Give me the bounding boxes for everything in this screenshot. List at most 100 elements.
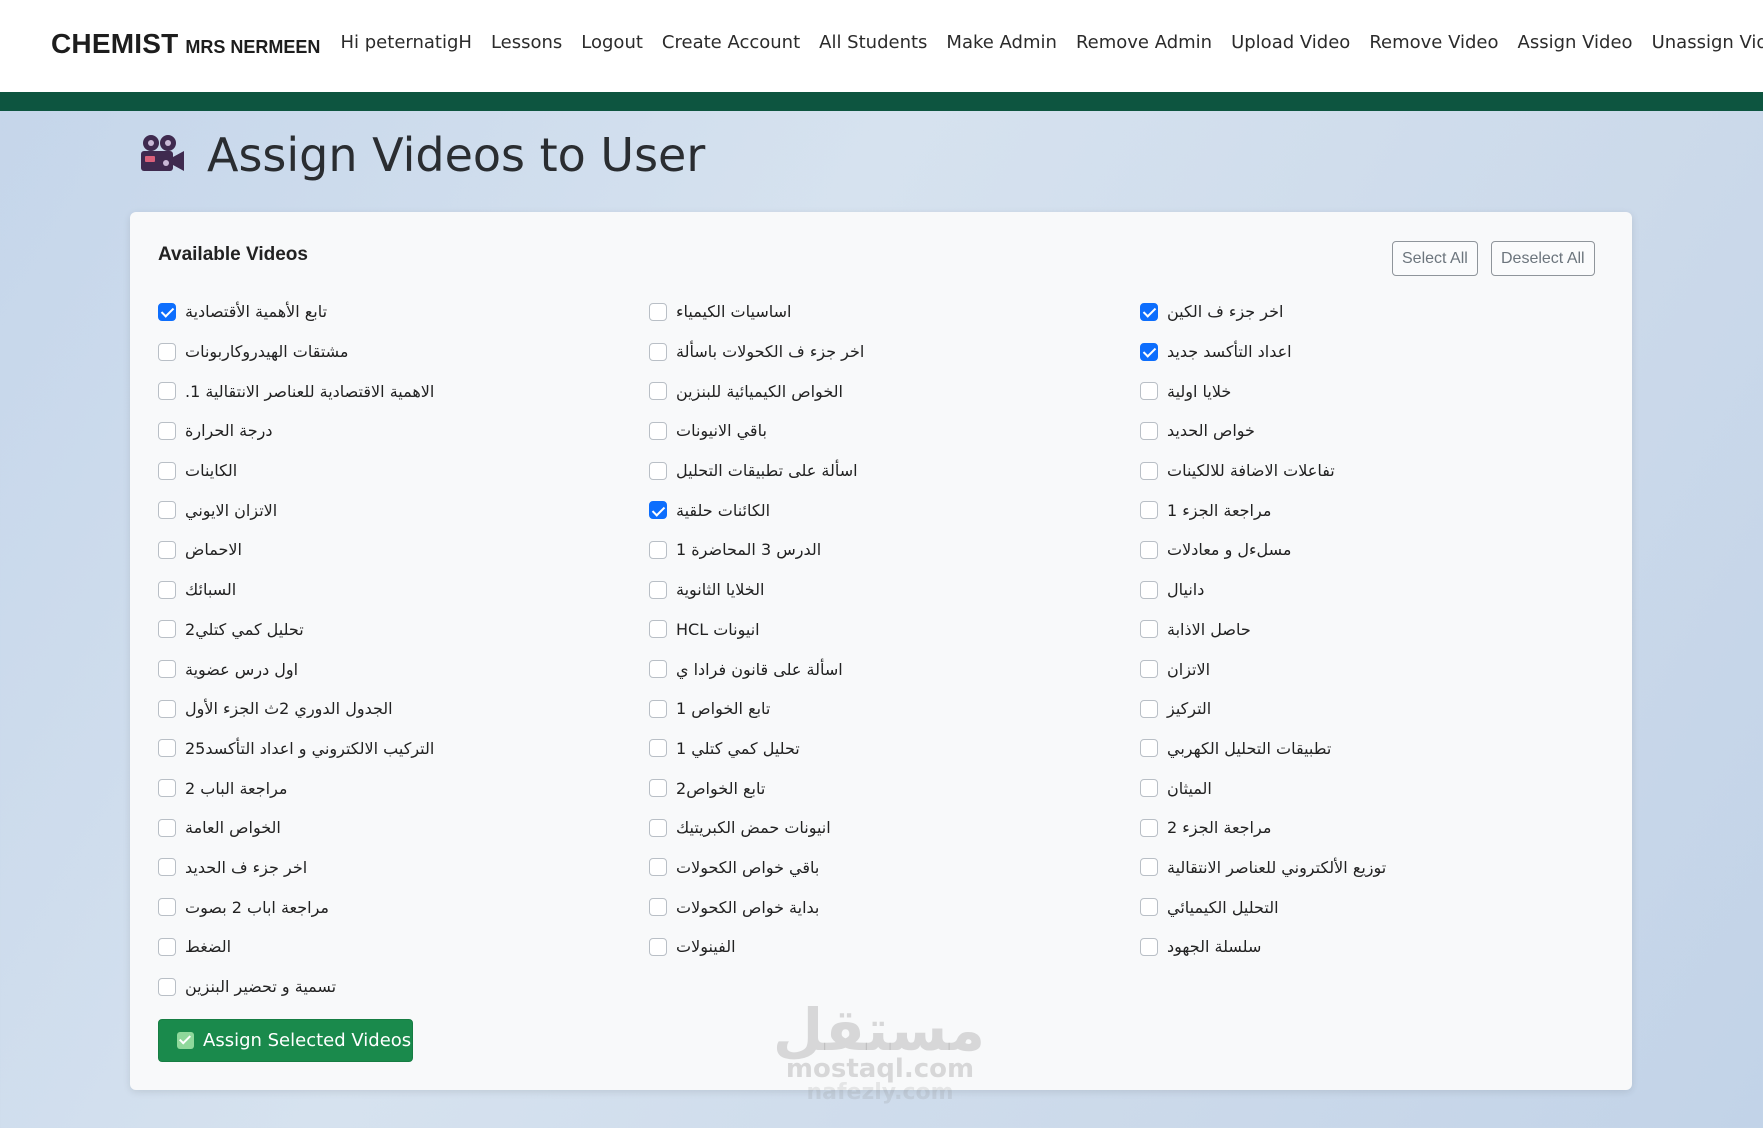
checkbox[interactable] [158,739,176,758]
video-checkbox-item[interactable]: الاتزان [1140,649,1540,689]
checkbox[interactable] [158,620,176,639]
checkbox-checked[interactable] [649,501,667,520]
checkbox[interactable] [1140,620,1158,639]
checkbox[interactable] [649,779,667,798]
video-checkbox-item[interactable]: دانيال [1140,570,1540,610]
video-checkbox-item[interactable]: تحليل كمي كتلي 1 [649,729,1140,769]
checkbox[interactable] [649,898,667,917]
checkbox[interactable] [649,699,667,718]
checkbox[interactable] [649,937,667,956]
checkbox[interactable] [158,580,176,599]
checkbox-checked[interactable] [1140,342,1158,361]
video-checkbox-item[interactable]: تابع الأهمية الأقتصادية [158,292,649,332]
checkbox[interactable] [649,858,667,877]
video-checkbox-item[interactable]: مراجعة الجزء 1 [1140,490,1540,530]
video-checkbox-item[interactable]: اول درس عضوية [158,649,649,689]
nav-link-unassign-video[interactable]: Unassign Video [1642,32,1763,53]
video-checkbox-item[interactable]: انيونات HCL [649,610,1140,650]
checkbox[interactable] [1140,421,1158,440]
checkbox-checked[interactable] [1140,302,1158,321]
checkbox[interactable] [1140,739,1158,758]
video-checkbox-item[interactable]: اسألة على قانون فرادا ي [649,649,1140,689]
video-checkbox-item[interactable]: الخواص الكيميائية للبنزين [649,371,1140,411]
video-checkbox-item[interactable]: خواص الحديد [1140,411,1540,451]
video-checkbox-item[interactable]: الفينولات [649,927,1140,967]
nav-link-create-account[interactable]: Create Account [652,32,809,53]
checkbox[interactable] [1140,501,1158,520]
video-checkbox-item[interactable]: الكائنات حلقية [649,490,1140,530]
video-checkbox-item[interactable]: توزيع الألكتروني للعناصر الانتقالية [1140,848,1540,888]
video-checkbox-item[interactable]: تسمية و تحضير البنزين [158,967,649,1007]
video-checkbox-item[interactable]: الكاينات [158,451,649,491]
checkbox[interactable] [649,421,667,440]
nav-link-make-admin[interactable]: Make Admin [937,32,1067,53]
video-checkbox-item[interactable]: الخلايا الثانوية [649,570,1140,610]
checkbox[interactable] [1140,779,1158,798]
checkbox[interactable] [1140,382,1158,401]
video-checkbox-item[interactable]: حاصل الاذابة [1140,610,1540,650]
checkbox[interactable] [158,937,176,956]
video-checkbox-item[interactable]: باقي خواص الكحولات [649,848,1140,888]
video-checkbox-item[interactable]: التركيب الالكتروني و اعداد التأكسد25 [158,729,649,769]
checkbox[interactable] [1140,937,1158,956]
video-checkbox-item[interactable]: تابع الخواص 1 [649,689,1140,729]
checkbox[interactable] [1140,858,1158,877]
video-checkbox-item[interactable]: انيونات حمض الكبريتيك [649,808,1140,848]
nav-link-logout[interactable]: Logout [572,32,653,53]
checkbox[interactable] [158,421,176,440]
checkbox[interactable] [649,660,667,679]
video-checkbox-item[interactable]: مراجعة الباب 2 [158,768,649,808]
video-checkbox-item[interactable]: الاهمية الاقتصادية للعناصر الانتقالية 1. [158,371,649,411]
video-checkbox-item[interactable]: اعداد التأكسد جديد [1140,332,1540,372]
checkbox[interactable] [158,898,176,917]
video-checkbox-item[interactable]: مشتقات الهيدروكاربونات [158,332,649,372]
checkbox[interactable] [158,779,176,798]
video-checkbox-item[interactable]: الخواص العامة [158,808,649,848]
video-checkbox-item[interactable]: الاحماض [158,530,649,570]
checkbox[interactable] [158,660,176,679]
checkbox[interactable] [649,342,667,361]
assign-selected-videos-button[interactable]: Assign Selected Videos [158,1019,413,1062]
checkbox[interactable] [158,858,176,877]
checkbox[interactable] [158,382,176,401]
checkbox[interactable] [1140,540,1158,559]
checkbox[interactable] [158,501,176,520]
nav-link-all-students[interactable]: All Students [810,32,937,53]
video-checkbox-item[interactable]: بداية خواص الكحولات [649,887,1140,927]
checkbox[interactable] [649,620,667,639]
checkbox[interactable] [158,540,176,559]
nav-link-remove-admin[interactable]: Remove Admin [1066,32,1221,53]
video-checkbox-item[interactable]: اخر جزء ف الحديد [158,848,649,888]
video-checkbox-item[interactable]: درجة الحرارة [158,411,649,451]
video-checkbox-item[interactable]: سلسلة الجهود [1140,927,1540,967]
checkbox[interactable] [1140,699,1158,718]
video-checkbox-item[interactable]: تحليل كمي كتلي2 [158,610,649,650]
checkbox[interactable] [649,818,667,837]
video-checkbox-item[interactable]: اساسيات الكيمياء [649,292,1140,332]
video-checkbox-item[interactable]: مسلءل و معادلات [1140,530,1540,570]
checkbox[interactable] [649,580,667,599]
video-checkbox-item[interactable]: اخر جزء ف الكحولات باسألة [649,332,1140,372]
checkbox[interactable] [158,818,176,837]
nav-link-remove-video[interactable]: Remove Video [1360,32,1508,53]
checkbox[interactable] [158,977,176,996]
video-checkbox-item[interactable]: مراجعة اباب 2 بصوت [158,887,649,927]
checkbox[interactable] [158,461,176,480]
checkbox-checked[interactable] [158,302,176,321]
video-checkbox-item[interactable]: تطبيقات التحليل الكهربي [1140,729,1540,769]
nav-link-upload-video[interactable]: Upload Video [1222,32,1360,53]
brand[interactable]: CHEMIST MRS NERMEEN [51,28,320,60]
checkbox[interactable] [1140,660,1158,679]
checkbox[interactable] [1140,580,1158,599]
video-checkbox-item[interactable]: الدرس 3 المحاضرة 1 [649,530,1140,570]
checkbox[interactable] [158,342,176,361]
video-checkbox-item[interactable]: مراجعة الجزء 2 [1140,808,1540,848]
video-checkbox-item[interactable]: الاتزان الايوني [158,490,649,530]
select-all-button[interactable]: Select All [1392,241,1478,276]
video-checkbox-item[interactable]: الجدول الدوري 2ث الجزء الأول [158,689,649,729]
checkbox[interactable] [649,739,667,758]
video-checkbox-item[interactable]: اخر جزء ف الكين [1140,292,1540,332]
checkbox[interactable] [1140,461,1158,480]
video-checkbox-item[interactable]: تابع الخواص2 [649,768,1140,808]
checkbox[interactable] [649,461,667,480]
